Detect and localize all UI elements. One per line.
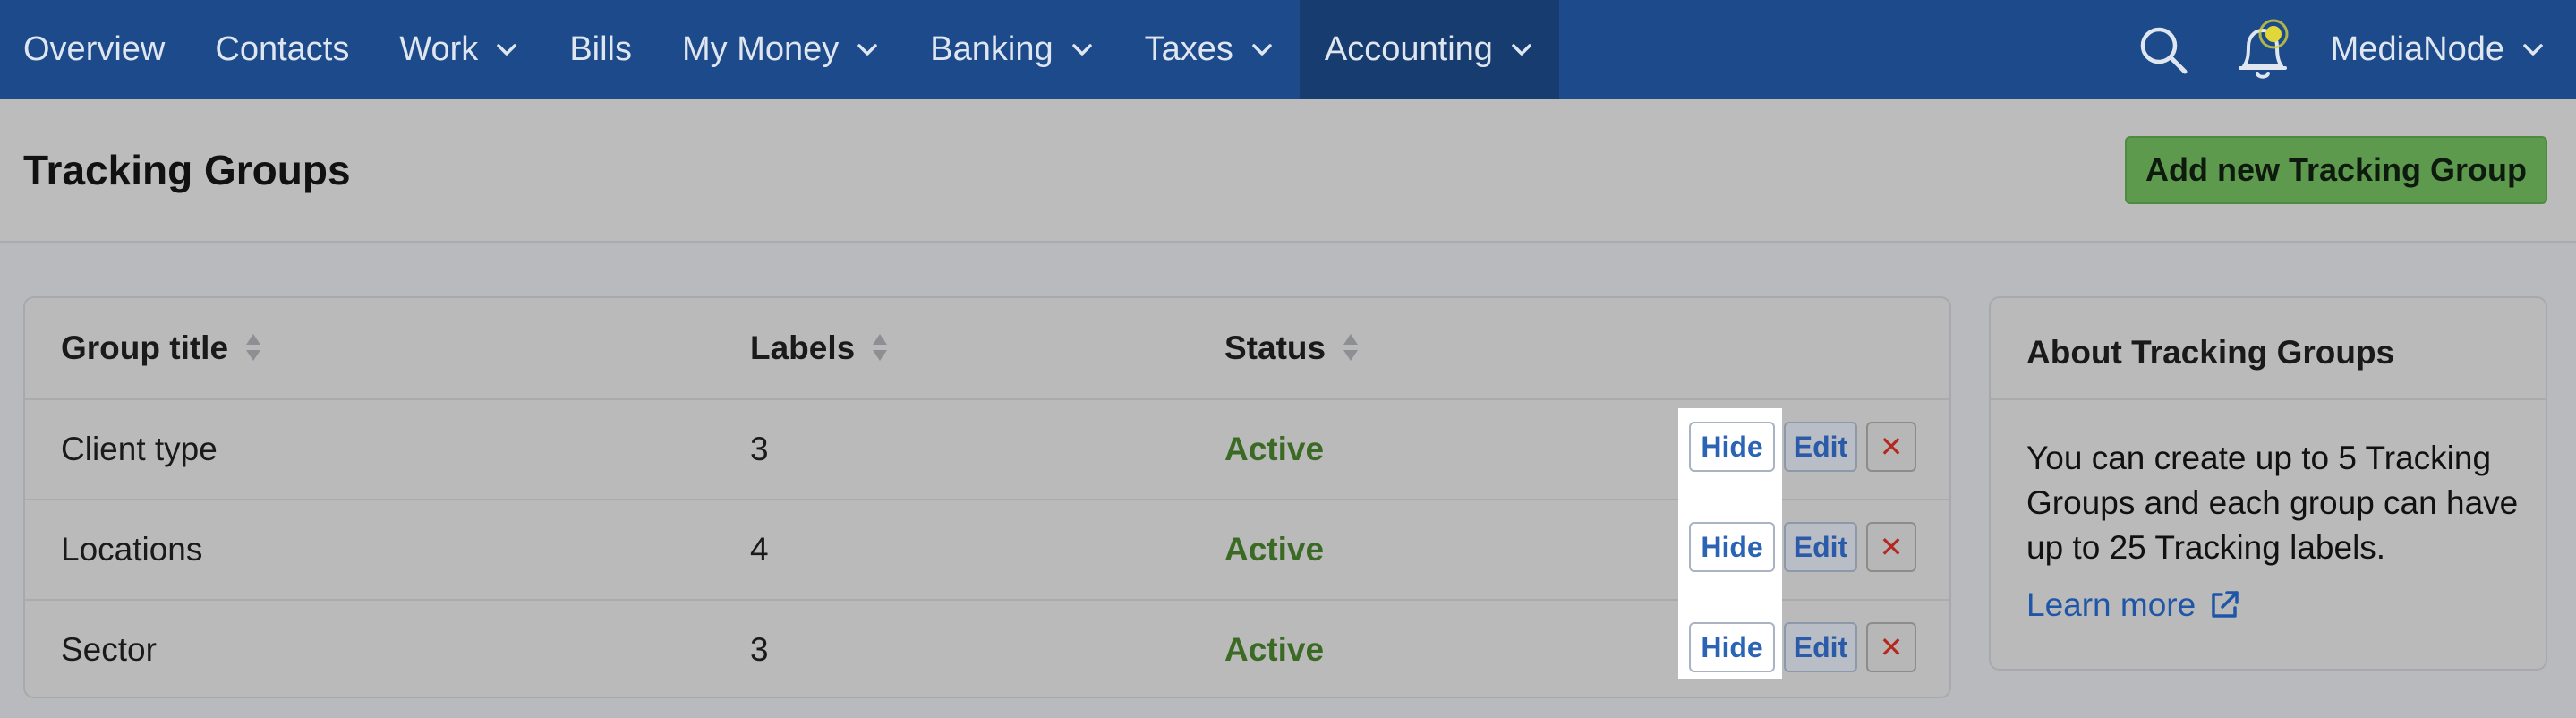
delete-button[interactable]: ✕	[1866, 622, 1916, 672]
hide-button[interactable]: Hide	[1689, 422, 1775, 472]
divider	[1991, 398, 2546, 400]
edit-button[interactable]: Edit	[1784, 522, 1857, 572]
user-menu[interactable]: MediaNode	[2313, 30, 2576, 69]
edit-button[interactable]: Edit	[1784, 422, 1857, 472]
column-status[interactable]: Status	[1224, 329, 1360, 367]
nav-my-money[interactable]: My Money	[657, 0, 905, 99]
edit-button[interactable]: Edit	[1784, 622, 1857, 672]
search-button[interactable]	[2114, 0, 2213, 99]
nav-taxes[interactable]: Taxes	[1120, 0, 1300, 99]
nav-bills[interactable]: Bills	[544, 0, 657, 99]
hide-button[interactable]: Hide	[1689, 622, 1775, 672]
chevron-down-icon	[857, 43, 878, 56]
chevron-down-icon	[2523, 43, 2543, 56]
row-actions: Hide Edit ✕	[23, 597, 1948, 697]
nav-work-label: Work	[399, 30, 479, 68]
nav-contacts-label: Contacts	[215, 30, 350, 68]
nav-my-money-label: My Money	[682, 30, 840, 68]
about-title: About Tracking Groups	[2026, 334, 2395, 371]
about-panel: About Tracking Groups You can create up …	[1989, 296, 2547, 671]
hide-button[interactable]: Hide	[1689, 522, 1775, 572]
column-label: Status	[1224, 329, 1326, 366]
nav-overview[interactable]: Overview	[0, 0, 190, 99]
learn-more-label: Learn more	[2026, 586, 2196, 623]
delete-button[interactable]: ✕	[1866, 422, 1916, 472]
nav-banking-label: Banking	[930, 30, 1053, 68]
external-link-icon	[2212, 591, 2239, 618]
page-title: Tracking Groups	[23, 147, 351, 193]
nav-overview-label: Overview	[23, 30, 166, 68]
about-text: You can create up to 5 Tracking Groups a…	[2026, 440, 2519, 566]
chevron-down-icon	[497, 43, 517, 56]
row-actions: Hide Edit ✕	[23, 497, 1948, 597]
nav-contacts[interactable]: Contacts	[190, 0, 374, 99]
learn-more-link[interactable]: Learn more	[2026, 586, 2240, 624]
nav-accounting-label: Accounting	[1324, 30, 1493, 68]
nav-work[interactable]: Work	[374, 0, 544, 99]
nav-right: MediaNode	[2114, 0, 2576, 99]
sort-icon	[246, 334, 261, 361]
sort-icon	[1343, 334, 1359, 361]
chevron-down-icon	[1252, 43, 1272, 56]
column-labels[interactable]: Labels	[750, 329, 889, 367]
row-actions: Hide Edit ✕	[23, 397, 1948, 497]
column-group-title[interactable]: Group title	[61, 329, 262, 367]
nav-bills-label: Bills	[569, 30, 632, 68]
column-label: Labels	[750, 329, 856, 366]
add-tracking-group-button[interactable]: Add new Tracking Group	[2125, 136, 2547, 204]
notifications-button[interactable]	[2213, 0, 2313, 99]
nav-accounting[interactable]: Accounting	[1299, 0, 1559, 99]
close-icon: ✕	[1879, 631, 1904, 663]
delete-button[interactable]: ✕	[1866, 522, 1916, 572]
table-header: Group title Labels Status	[25, 298, 1949, 398]
column-label: Group title	[61, 329, 229, 366]
close-icon: ✕	[1879, 531, 1904, 563]
page-header: Tracking Groups Add new Tracking Group	[0, 99, 2576, 243]
nav-banking[interactable]: Banking	[905, 0, 1119, 99]
close-icon: ✕	[1879, 431, 1904, 463]
sort-icon	[873, 334, 888, 361]
top-nav: Overview Contacts Work Bills My Money Ba…	[0, 0, 2576, 99]
bell-icon	[2239, 19, 2289, 79]
search-icon	[2140, 27, 2188, 73]
user-name: MediaNode	[2330, 30, 2504, 68]
chevron-down-icon	[1512, 43, 1531, 56]
nav-taxes-label: Taxes	[1144, 30, 1233, 68]
chevron-down-icon	[1071, 43, 1092, 56]
